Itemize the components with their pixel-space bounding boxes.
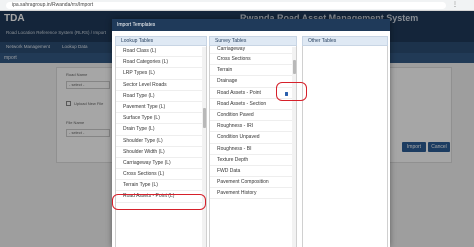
list-item[interactable]: Texture Depth [210, 155, 296, 166]
lookup-tables-header: Lookup Tables [115, 36, 207, 46]
other-tables-list [302, 46, 388, 247]
list-item[interactable]: Pavement History [210, 188, 296, 200]
lookup-scroll-thumb[interactable] [202, 108, 206, 128]
list-item[interactable]: Cross Sections (L) [116, 169, 206, 181]
survey-scrollbar[interactable] [292, 47, 296, 247]
list-item[interactable]: Road Class (L) [116, 46, 206, 58]
list-item[interactable]: Sector Level Roads [116, 80, 206, 91]
list-item[interactable]: Shoulder Type (L) [116, 136, 206, 147]
modal-title: Import Templates [117, 22, 156, 28]
list-item[interactable]: Carriageway Type (L) [116, 158, 206, 170]
list-item[interactable]: Pavement Composition [210, 177, 296, 189]
list-item[interactable]: Terrain [210, 65, 296, 77]
list-item[interactable]: Roughness - IRI [210, 121, 296, 133]
list-item[interactable]: Road Categories (L) [116, 57, 206, 69]
list-item[interactable]: Shoulder Width (L) [116, 147, 206, 158]
list-item[interactable]: Cross Sections [210, 54, 296, 66]
lookup-tables-list: Road Class (L) Road Categories (L) LRP T… [115, 46, 207, 247]
list-item[interactable]: FWD Data [210, 166, 296, 178]
browser-menu-icon[interactable]: ⋮ [452, 1, 458, 8]
list-item[interactable]: Terrain Type (L) [116, 180, 206, 192]
list-item[interactable]: Roughness - BI [210, 144, 296, 155]
survey-tables-header: Survey Tables [209, 36, 297, 46]
list-item[interactable]: Road Type (L) [116, 91, 206, 102]
list-item[interactable]: Surface Type (L) [116, 113, 206, 125]
list-item[interactable]: LRP Types (L) [116, 68, 206, 80]
list-item[interactable]: Condition Paved [210, 110, 296, 122]
list-item[interactable]: Condition Unpaved [210, 132, 296, 144]
list-item[interactable]: Pavement Type (L) [116, 102, 206, 114]
list-item[interactable]: Drain Type (L) [116, 124, 206, 136]
annotation-highlight-survey [276, 82, 307, 101]
url-text: ipa.sahragroup.in/Rwanda/rrs/Import [12, 2, 94, 8]
survey-tables-list: Carriageway Cross Sections Terrain Drain… [209, 46, 297, 247]
other-tables-header: Other Tables [302, 36, 388, 46]
survey-scroll-thumb[interactable] [292, 60, 296, 74]
lookup-scrollbar[interactable] [202, 47, 206, 247]
annotation-highlight-lookup [112, 194, 206, 210]
list-item[interactable]: Carriageway [210, 46, 296, 54]
